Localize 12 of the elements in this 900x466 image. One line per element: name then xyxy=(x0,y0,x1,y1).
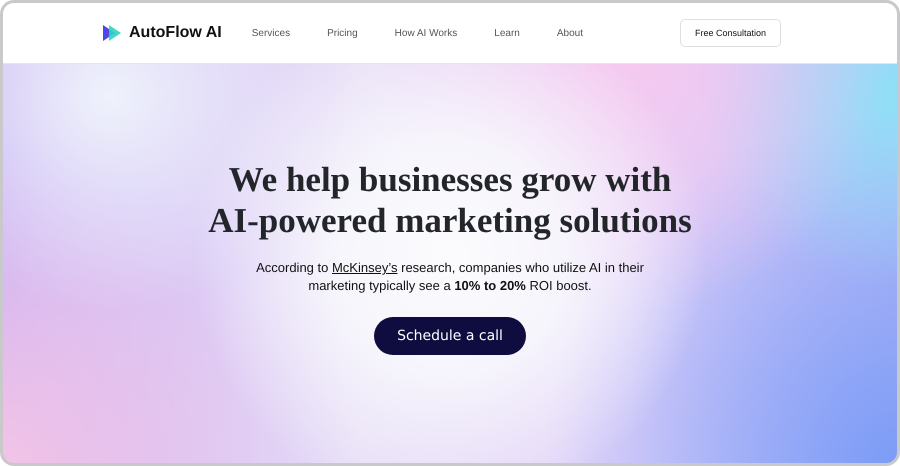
hero-paragraph: According to McKinsey’s research, companies who utilize AI in their marketing typically see a 10% to 20% ROI boost. xyxy=(255,259,645,295)
schedule-call-button[interactable]: Schedule a call xyxy=(374,317,526,355)
hero-headline: We help businesses grow with AI-powered marketing solutions xyxy=(208,159,692,241)
brand-name[interactable]: AutoFlow AI xyxy=(129,24,222,42)
nav-link[interactable]: How AI Works xyxy=(394,28,458,38)
logo-icon xyxy=(103,25,123,41)
consultation-button[interactable]: Free Consultation xyxy=(680,19,781,47)
nav-link[interactable]: About xyxy=(556,28,583,38)
mckinsey-link[interactable]: McKinsey’s xyxy=(332,260,398,275)
nav-link[interactable]: Services xyxy=(252,28,290,38)
nav-link[interactable]: Learn xyxy=(494,28,520,38)
nav-link[interactable]: Pricing xyxy=(327,28,358,38)
